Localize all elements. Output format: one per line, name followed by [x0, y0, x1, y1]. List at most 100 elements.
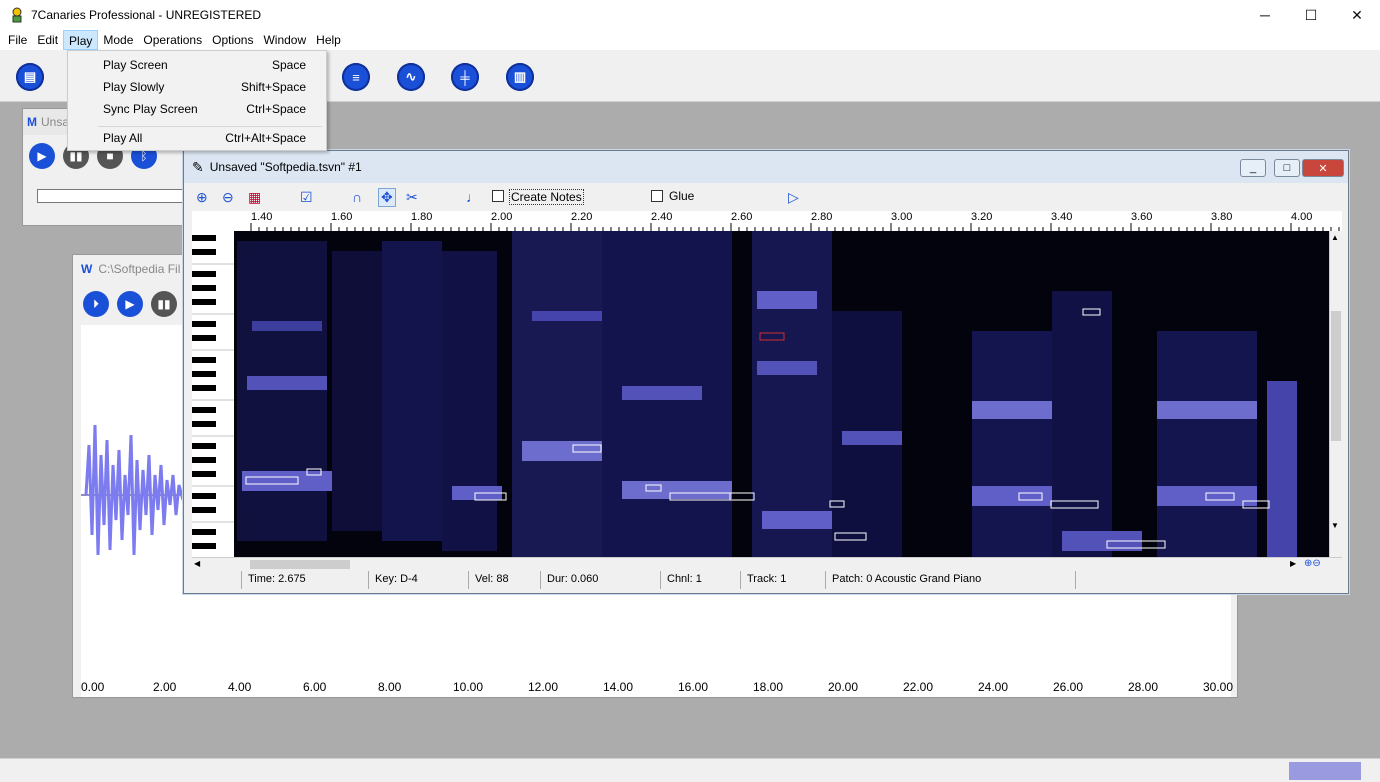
wave-tick: 2.00: [153, 680, 177, 694]
status-track: Track: 1: [741, 571, 826, 589]
minimize-button[interactable]: ─: [1242, 0, 1288, 30]
spectrogram-canvas[interactable]: [192, 231, 1329, 557]
window-logo-icon: M: [27, 115, 37, 129]
child-maximize-button[interactable]: □: [1274, 159, 1300, 177]
scroll-up-icon[interactable]: ▲: [1331, 233, 1339, 242]
checklist-icon[interactable]: ☑: [300, 189, 313, 206]
status-dur: Dur: 0.060: [541, 571, 661, 589]
play-icon[interactable]: ▶: [117, 291, 143, 317]
zoom-out-icon[interactable]: ⊖: [222, 189, 234, 206]
spectrogram-window[interactable]: ✎ Unsaved "Softpedia.tsvn" #1 _ □ ✕ ⊕ ⊖ …: [183, 150, 1349, 594]
color-palette-icon[interactable]: ▦: [248, 189, 261, 206]
new-document-icon[interactable]: ▤: [16, 63, 44, 91]
play-icon[interactable]: ▶: [29, 143, 55, 169]
vertical-scrollbar[interactable]: ▲ ▼: [1329, 231, 1342, 557]
time-tick: 2.20: [571, 211, 593, 223]
time-ruler: 1.40 1.60 1.80 2.00 2.20 2.40 2.60 2.80 …: [192, 211, 1342, 231]
wave-tick: 0.00: [81, 680, 105, 694]
spectrogram-window-title: Unsaved "Softpedia.tsvn" #1: [209, 160, 362, 174]
status-patch: Patch: 0 Acoustic Grand Piano: [826, 571, 1076, 589]
app-status-bar: [0, 758, 1380, 782]
wave-tick: 30.00: [1203, 680, 1234, 694]
menu-play[interactable]: Play: [63, 30, 99, 50]
menu-item-sync-play-screen[interactable]: Sync Play Screen Ctrl+Space: [68, 98, 326, 120]
scroll-right-icon[interactable]: ▶: [1290, 559, 1296, 568]
status-key: Key: D-4: [369, 571, 469, 589]
menu-operations[interactable]: Operations: [138, 30, 207, 50]
time-tick: 2.40: [651, 211, 673, 223]
wave-tick: 10.00: [453, 680, 484, 694]
loop-icon[interactable]: ∩: [352, 189, 362, 205]
create-notes-checkbox[interactable]: [492, 190, 504, 202]
status-vel: Vel: 88: [469, 571, 541, 589]
spectrogram-window-caption[interactable]: ✎ Unsaved "Softpedia.tsvn" #1 _ □ ✕: [184, 151, 1348, 183]
canary-app-icon: [12, 7, 22, 23]
spectrogram-image: [237, 231, 1297, 557]
menu-mode[interactable]: Mode: [98, 30, 138, 50]
status-scroll-thumb[interactable]: [1289, 762, 1361, 780]
menu-bar: File Edit Play Mode Operations Options W…: [0, 30, 1380, 50]
menu-window[interactable]: Window: [258, 30, 311, 50]
scroll-left-icon[interactable]: ◀: [194, 559, 200, 568]
glue-label: Glue: [669, 189, 695, 203]
wave-tick: 24.00: [978, 680, 1009, 694]
create-notes-label: Create Notes: [509, 189, 584, 205]
horizontal-scrollbar[interactable]: ◀ ▶ ⊕⊖: [192, 557, 1342, 571]
menu-item-shortcut: Ctrl+Space: [246, 102, 306, 116]
piano-keyboard[interactable]: [192, 231, 234, 557]
menu-edit[interactable]: Edit: [32, 30, 63, 50]
time-tick: 4.00: [1291, 211, 1313, 223]
wave-tick: 4.00: [228, 680, 252, 694]
wave-tick: 14.00: [603, 680, 634, 694]
note-edit-icon: ✎: [192, 158, 204, 175]
horizontal-scroll-thumb[interactable]: [250, 560, 350, 569]
menu-item-label: Play Screen: [103, 58, 168, 72]
status-spacer: [192, 571, 242, 589]
menu-options[interactable]: Options: [207, 30, 258, 50]
child-minimize-button[interactable]: _: [1240, 159, 1266, 177]
zoom-in-small-icon[interactable]: ⊕⊖: [1304, 558, 1321, 569]
waveform-view-icon[interactable]: ∿: [397, 63, 425, 91]
cut-icon[interactable]: ✂: [406, 189, 418, 206]
menu-file[interactable]: File: [3, 30, 32, 50]
glue-checkbox[interactable]: [651, 190, 663, 202]
time-tick: 1.60: [331, 211, 353, 223]
vertical-scroll-thumb[interactable]: [1331, 311, 1341, 441]
spectrum-view-icon[interactable]: ≡: [342, 63, 370, 91]
wave-tick: 6.00: [303, 680, 327, 694]
wave-tick: 20.00: [828, 680, 859, 694]
move-icon[interactable]: ✥: [378, 187, 396, 207]
close-button[interactable]: ✕: [1334, 0, 1380, 30]
menu-item-play-screen[interactable]: Play Screen Space: [68, 54, 326, 76]
time-tick: 1.40: [251, 211, 273, 223]
back-window-slider[interactable]: [37, 189, 187, 203]
menu-item-shortcut: Ctrl+Alt+Space: [225, 131, 306, 145]
time-tick: 2.80: [811, 211, 833, 223]
time-tick: 2.00: [491, 211, 513, 223]
menu-item-shortcut: Space: [271, 58, 306, 72]
menu-item-play-slowly[interactable]: Play Slowly Shift+Space: [68, 76, 326, 98]
time-tick: 3.40: [1051, 211, 1073, 223]
child-close-button[interactable]: ✕: [1302, 159, 1344, 177]
spectrogram-toolbar: ⊕ ⊖ ▦ ☑ ∩ ✥ ✂ ♩ Create Notes Glue ▷: [192, 183, 1342, 211]
waveform-trace: [81, 424, 191, 556]
wave-tick: 26.00: [1053, 680, 1084, 694]
time-tick: 3.60: [1131, 211, 1153, 223]
play-from-start-icon[interactable]: ⏵: [83, 291, 109, 317]
zoom-in-icon[interactable]: ⊕: [196, 189, 208, 206]
time-tick: 3.20: [971, 211, 993, 223]
scroll-down-icon[interactable]: ▼: [1331, 521, 1339, 530]
menu-item-label: Sync Play Screen: [103, 102, 198, 116]
menu-item-shortcut: Shift+Space: [240, 80, 306, 94]
mixer-icon[interactable]: ╪: [451, 63, 479, 91]
maximize-button[interactable]: ☐: [1288, 0, 1334, 30]
play-icon[interactable]: ▷: [788, 189, 799, 206]
metronome-icon[interactable]: ♩: [466, 189, 480, 205]
menu-help[interactable]: Help: [311, 30, 346, 50]
piano-keys: [192, 231, 234, 557]
tile-windows-icon[interactable]: ▥: [506, 63, 534, 91]
status-time: Time: 2.675: [242, 571, 369, 589]
menu-item-play-all[interactable]: Play All Ctrl+Alt+Space: [68, 127, 326, 149]
time-tick: 3.80: [1211, 211, 1233, 223]
pause-icon[interactable]: ▮▮: [151, 291, 177, 317]
